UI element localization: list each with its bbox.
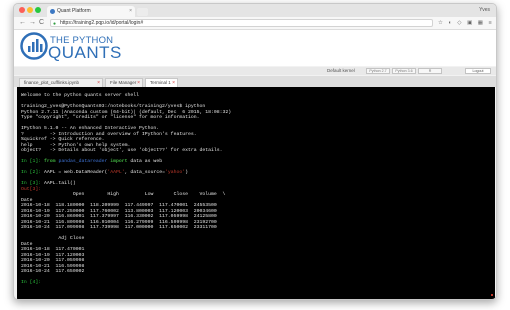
tab-terminal-1[interactable]: Terminal 1 × xyxy=(145,78,178,87)
minimize-window-icon[interactable] xyxy=(27,7,33,13)
lock-icon: ● xyxy=(53,21,57,27)
terminal-text: ? -> Introduction and overview of IPytho… xyxy=(21,131,197,137)
terminal-text: 2016-10-19 117.250000 117.760002 113.800… xyxy=(21,208,217,214)
terminal-text: Welcome to the python quants server shel… xyxy=(21,93,140,98)
terminal-line: object? -> Details about 'object', use '… xyxy=(21,148,231,154)
terminal-text: AAPL = web.DataReader( xyxy=(44,170,108,175)
notebook-tab-bar: finance_plot_cufflinks.ipynb × File Mana… xyxy=(14,76,496,87)
page-header: THE PYTHON QUANTS xyxy=(14,30,496,66)
terminal-text: object? -> Details about 'object', use '… xyxy=(21,148,223,153)
terminal-text: In [4]: xyxy=(21,280,45,285)
terminal-line: In [4]: xyxy=(21,280,231,286)
terminal-panel[interactable]: Welcome to the python quants server shel… xyxy=(17,87,495,299)
terminal-text: Python 2.7.11 |Anaconda custom (64-bit)|… xyxy=(21,109,232,115)
tab-label: Terminal 1 xyxy=(150,80,171,85)
terminal-text: from xyxy=(44,159,59,164)
close-tab-icon[interactable]: × xyxy=(172,79,175,87)
tab-label: finance_plot_cufflinks.ipynb xyxy=(24,80,79,85)
kernel-bar: Default kernel Python 2.7 Python 3.6 R L… xyxy=(14,67,496,75)
terminal-text: Open High Low Close Volume \ xyxy=(21,192,226,197)
python-quants-logo-icon[interactable] xyxy=(20,32,48,60)
terminal-text: help -> Python's own help system. xyxy=(21,142,131,148)
browser-tab-title: Quant Platform xyxy=(57,8,91,14)
terminal-text: training2_yves@PythonQuants03:/notebooks… xyxy=(21,104,206,109)
close-tab-icon[interactable]: × xyxy=(97,79,100,87)
tab-label: File Manager xyxy=(110,80,137,85)
terminal-text: %quickref -> Quick reference. xyxy=(21,137,105,142)
terminal-text: IPython 5.1.0 -- An enhanced Interactive… xyxy=(21,126,160,131)
kernel-python27-button[interactable]: Python 2.7 xyxy=(366,68,390,74)
browser-tab[interactable]: Quant Platform × xyxy=(47,6,135,17)
terminal-text: 2016-10-21 116.809998 116.910004 116.279… xyxy=(21,219,217,225)
terminal-text: pandas_datareader xyxy=(58,159,108,164)
terminal-text: 2016-10-18 118.180000 118.209999 117.449… xyxy=(21,203,217,208)
close-tab-icon[interactable]: × xyxy=(129,6,132,17)
forward-icon[interactable]: → xyxy=(29,17,36,29)
url-text: https://training2.pqp.io/id/portal/login… xyxy=(60,20,144,26)
toolbar-extension-icons[interactable]: ☆ ◐ ◇ ▣ ▦ ≡ xyxy=(438,17,494,29)
reload-icon[interactable]: C xyxy=(39,17,44,29)
kernel-python36-button[interactable]: Python 3.6 xyxy=(392,68,416,74)
browser-window: Quant Platform × Yves ← → C ● https://tr… xyxy=(13,3,497,300)
address-bar[interactable]: ● https://training2.pqp.io/id/portal/log… xyxy=(50,19,433,27)
tab-finance-plot[interactable]: finance_plot_cufflinks.ipynb × xyxy=(19,78,103,87)
kernel-r-button[interactable]: R xyxy=(418,68,442,74)
terminal-text: In [3]: xyxy=(21,181,45,186)
terminal-text: import xyxy=(107,159,131,164)
default-kernel-label: Default kernel xyxy=(327,68,355,73)
maximize-window-icon[interactable] xyxy=(35,7,41,13)
browser-toolbar: ← → C ● https://training2.pqp.io/id/port… xyxy=(14,17,496,30)
tab-file-manager[interactable]: File Manager × xyxy=(105,78,143,87)
terminal-line: Open High Low Close Volume \ xyxy=(21,192,231,198)
favicon-icon xyxy=(50,9,55,14)
terminal-text: Adj Close xyxy=(21,236,85,241)
terminal-text: 2016-10-20 116.860001 117.379997 116.330… xyxy=(21,214,217,219)
terminal-line: 2016-10-24 117.099998 117.739998 117.000… xyxy=(21,225,231,231)
terminal-text: 'AAPL' xyxy=(107,170,125,175)
terminal-text: 2016-10-24 117.099998 117.739998 117.000… xyxy=(21,225,217,230)
terminal-text: , data_source= xyxy=(124,170,165,175)
title-bar: Quant Platform × Yves xyxy=(14,4,496,17)
close-tab-icon[interactable]: × xyxy=(137,79,140,87)
terminal-text: ) xyxy=(185,170,189,175)
logo-text-bottom: QUANTS xyxy=(48,43,122,62)
browser-user-label[interactable]: Yves xyxy=(479,5,490,16)
terminal-text: In [1]: xyxy=(21,159,45,164)
terminal-text: 2016-10-18 117.470001 xyxy=(21,247,85,252)
logout-button[interactable]: Logout xyxy=(465,68,491,74)
terminal-text: data as web xyxy=(130,159,163,164)
back-icon[interactable]: ← xyxy=(19,17,26,29)
terminal-output: Welcome to the python quants server shel… xyxy=(21,93,231,286)
terminal-text: Date xyxy=(21,197,33,203)
terminal-text: Date xyxy=(21,241,33,247)
terminal-text: In [2]: xyxy=(21,170,45,175)
terminal-text: Type "copyright", "credits" or "license"… xyxy=(21,115,200,120)
terminal-text: 'yahoo' xyxy=(164,170,186,175)
terminal-cursor-marker xyxy=(491,294,493,296)
terminal-text: 2016-10-24 117.650002 xyxy=(21,269,85,274)
terminal-text: 2016-10-19 117.120003 xyxy=(21,252,85,258)
new-tab-button[interactable] xyxy=(137,8,148,16)
terminal-text: Out[3]: xyxy=(21,186,42,192)
terminal-text: 2016-10-21 116.599998 xyxy=(21,263,85,269)
terminal-text: AAPL.tail() xyxy=(44,181,76,186)
terminal-text: 2016-10-20 117.059998 xyxy=(21,258,85,263)
close-window-icon[interactable] xyxy=(19,7,25,13)
